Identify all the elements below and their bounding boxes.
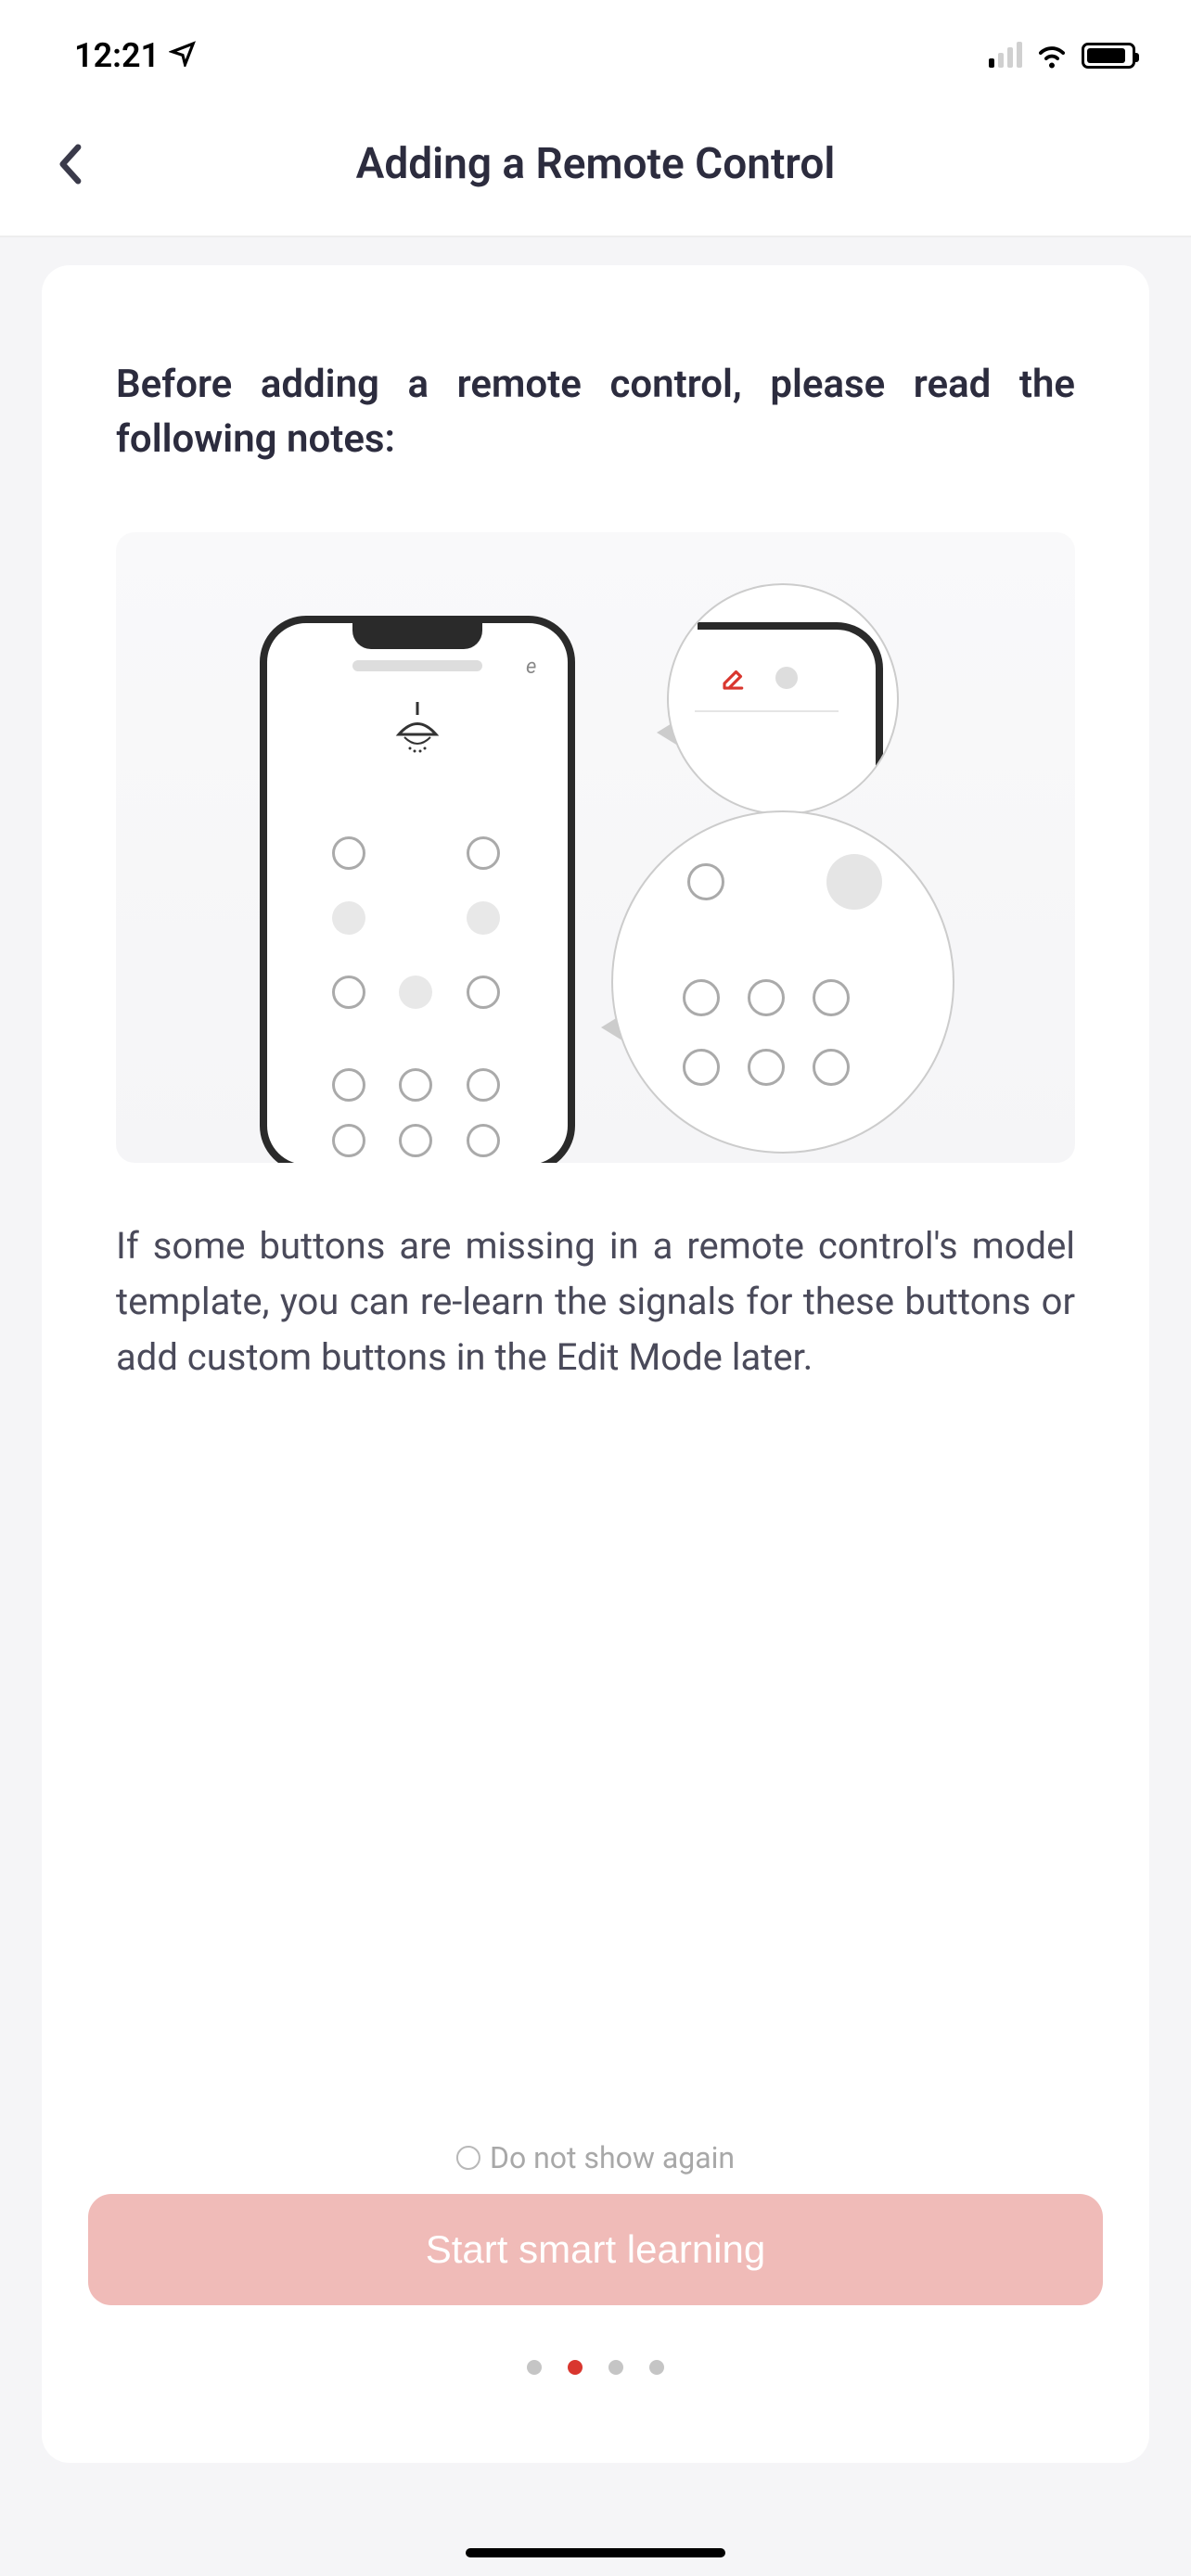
back-button[interactable] bbox=[46, 141, 93, 187]
zoom-detail-edit bbox=[667, 583, 899, 815]
page-dot-1[interactable] bbox=[527, 2360, 542, 2375]
status-bar: 12:21 bbox=[0, 0, 1191, 102]
content-card: Before adding a remote control, please r… bbox=[42, 265, 1149, 2463]
chevron-left-icon bbox=[58, 144, 82, 185]
intro-text: Before adding a remote control, please r… bbox=[116, 358, 1075, 467]
do-not-show-checkbox[interactable]: Do not show again bbox=[456, 2140, 735, 2175]
status-time: 12:21 bbox=[74, 36, 197, 75]
header: Adding a Remote Control bbox=[0, 102, 1191, 237]
page-dot-4[interactable] bbox=[649, 2360, 664, 2375]
illustration: e bbox=[116, 532, 1075, 1163]
cellular-signal-icon bbox=[989, 44, 1022, 68]
checkbox-circle-icon bbox=[456, 2146, 480, 2170]
phone-mockup: e bbox=[260, 616, 575, 1163]
time-label: 12:21 bbox=[74, 36, 160, 75]
status-icons bbox=[989, 43, 1135, 69]
page-dot-2[interactable] bbox=[568, 2360, 583, 2375]
checkbox-label: Do not show again bbox=[490, 2140, 735, 2175]
lamp-icon bbox=[380, 702, 455, 771]
home-indicator[interactable] bbox=[466, 2548, 725, 2557]
page-dot-3[interactable] bbox=[608, 2360, 623, 2375]
pagination-dots[interactable] bbox=[527, 2360, 664, 2375]
body-text: If some buttons are missing in a remote … bbox=[116, 1218, 1075, 1385]
battery-icon bbox=[1082, 43, 1135, 69]
start-learning-button[interactable]: Start smart learning bbox=[88, 2194, 1103, 2305]
page-title: Adding a Remote Control bbox=[46, 139, 1145, 189]
location-icon bbox=[169, 36, 197, 75]
edit-icon: e bbox=[526, 656, 544, 674]
wifi-icon bbox=[1035, 43, 1069, 69]
zoom-detail-buttons bbox=[611, 810, 954, 1154]
pencil-icon bbox=[720, 664, 748, 701]
